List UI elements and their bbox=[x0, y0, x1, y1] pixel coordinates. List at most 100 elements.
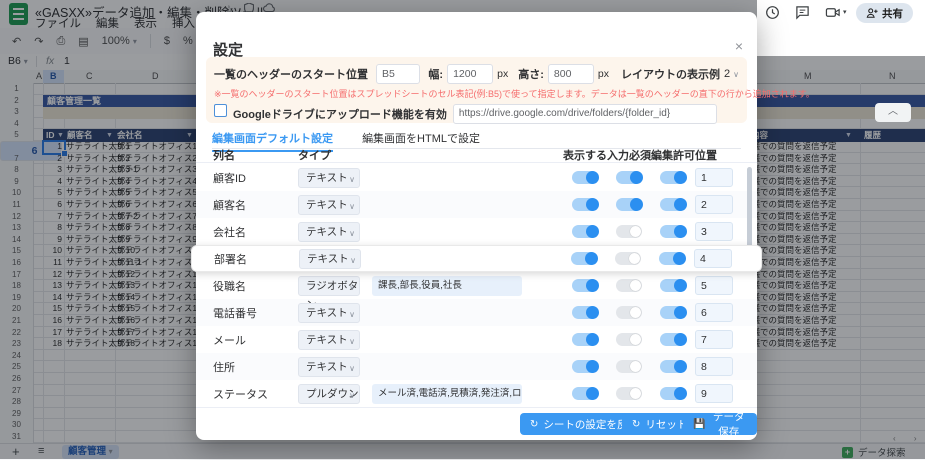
field-position-input[interactable]: 4 bbox=[694, 249, 732, 268]
required-toggle[interactable] bbox=[616, 387, 642, 400]
editable-toggle[interactable] bbox=[660, 198, 686, 211]
toggle-knob bbox=[586, 198, 599, 211]
layout-example-select[interactable]: 2 ∨ bbox=[724, 68, 739, 80]
show-toggle[interactable] bbox=[572, 225, 598, 238]
field-type-select[interactable]: テキスト∨ bbox=[298, 357, 360, 377]
chevron-down-icon: ∨ bbox=[349, 278, 355, 297]
field-type-select[interactable]: テキスト∨ bbox=[298, 195, 360, 215]
field-name-label: 役職名 bbox=[213, 278, 298, 294]
tab-edit-html-settings[interactable]: 編集画面をHTMLで設定 bbox=[362, 130, 480, 150]
chevron-down-icon: ∨ bbox=[349, 332, 355, 351]
field-name-label: 顧客ID bbox=[213, 170, 298, 186]
refresh-icon: ↻ bbox=[632, 419, 640, 430]
col-header-position: 位置 bbox=[695, 147, 743, 163]
start-position-label: 一覧のヘッダーのスタート位置 bbox=[214, 66, 368, 82]
field-name-label: メール bbox=[213, 332, 298, 348]
toggle-knob bbox=[586, 306, 599, 319]
show-toggle[interactable] bbox=[572, 360, 598, 373]
field-position-input[interactable]: 1 bbox=[695, 168, 733, 187]
toggle-knob bbox=[586, 279, 599, 292]
field-type-select[interactable]: テキスト∨ bbox=[298, 303, 360, 323]
field-position-input[interactable]: 7 bbox=[695, 330, 733, 349]
width-input[interactable]: 1200 bbox=[447, 64, 493, 84]
field-name-label: 顧客名 bbox=[213, 197, 298, 213]
editable-toggle[interactable] bbox=[660, 306, 686, 319]
chevron-down-icon: ∨ bbox=[349, 305, 355, 324]
px-label: px bbox=[497, 68, 508, 80]
field-position-input[interactable]: 2 bbox=[695, 195, 733, 214]
field-name-label: ステータス bbox=[213, 386, 298, 402]
chevron-down-icon: ∨ bbox=[733, 70, 739, 79]
field-type-select[interactable]: テキスト∨ bbox=[298, 168, 360, 188]
field-position-input[interactable]: 9 bbox=[695, 384, 733, 403]
field-type-select[interactable]: プルダウン∨ bbox=[298, 384, 360, 404]
version-history-icon[interactable] bbox=[765, 5, 781, 21]
toggle-knob bbox=[630, 198, 643, 211]
show-toggle[interactable] bbox=[572, 198, 598, 211]
editable-toggle[interactable] bbox=[660, 387, 686, 400]
required-toggle[interactable] bbox=[616, 360, 642, 373]
field-type-select[interactable]: テキスト∨ bbox=[299, 249, 361, 269]
chevron-down-icon: ∨ bbox=[349, 386, 355, 405]
required-toggle[interactable] bbox=[616, 333, 642, 346]
toggle-knob bbox=[674, 279, 687, 292]
show-toggle[interactable] bbox=[572, 279, 598, 292]
height-input[interactable]: 800 bbox=[548, 64, 594, 84]
field-type-select[interactable]: テキスト∨ bbox=[298, 222, 360, 242]
dialog-scrollbar[interactable] bbox=[747, 167, 752, 257]
layout-example-label: レイアウトの表示例 bbox=[621, 66, 720, 82]
close-icon[interactable]: × bbox=[735, 38, 743, 54]
drive-upload-label: Googleドライブにアップロード機能を有効 bbox=[233, 106, 447, 122]
dialog-footer: ↻ シートの設定を反映 ↻ リセット 💾 データ保存 bbox=[196, 407, 757, 441]
show-toggle[interactable] bbox=[572, 306, 598, 319]
required-toggle[interactable] bbox=[616, 198, 642, 211]
toggle-knob bbox=[629, 253, 640, 264]
settings-dialog: 設定 × 一覧のヘッダーのスタート位置 B5 幅: 1200 px 高さ: 80… bbox=[196, 12, 757, 440]
comment-icon[interactable] bbox=[795, 5, 811, 21]
required-toggle[interactable] bbox=[616, 279, 642, 292]
start-position-input[interactable]: B5 bbox=[376, 64, 420, 84]
toggle-knob bbox=[586, 225, 599, 238]
toggle-knob bbox=[674, 198, 687, 211]
required-toggle[interactable] bbox=[616, 171, 642, 184]
field-type-select[interactable]: テキスト∨ bbox=[298, 330, 360, 350]
field-options-input[interactable]: メール済,電話済,見積済,発注済,ロスト bbox=[372, 384, 522, 404]
col-header-editable: 編集許可 bbox=[651, 147, 695, 163]
field-position-input[interactable]: 3 bbox=[695, 222, 733, 241]
editable-toggle[interactable] bbox=[660, 225, 686, 238]
show-toggle[interactable] bbox=[571, 252, 597, 265]
show-toggle[interactable] bbox=[572, 171, 598, 184]
toggle-knob bbox=[674, 360, 687, 373]
share-button[interactable]: 共有 bbox=[856, 3, 913, 23]
save-data-button[interactable]: 💾 データ保存 bbox=[683, 413, 757, 435]
editable-toggle[interactable] bbox=[660, 360, 686, 373]
toggle-knob bbox=[674, 333, 687, 346]
required-toggle[interactable] bbox=[615, 252, 641, 265]
show-toggle[interactable] bbox=[572, 387, 598, 400]
required-toggle[interactable] bbox=[616, 225, 642, 238]
field-row: 顧客名テキスト∨ 2 bbox=[196, 191, 757, 218]
meet-camera-icon[interactable] bbox=[825, 5, 841, 21]
px-label: px bbox=[598, 68, 609, 80]
editable-toggle[interactable] bbox=[660, 171, 686, 184]
collapse-toolbar-button[interactable]: ︿ bbox=[875, 103, 911, 122]
toggle-knob bbox=[586, 387, 599, 400]
toggle-knob bbox=[674, 306, 687, 319]
field-position-input[interactable]: 8 bbox=[695, 357, 733, 376]
field-type-select[interactable]: ラジオボタン∨ bbox=[298, 276, 360, 296]
editable-toggle[interactable] bbox=[660, 333, 686, 346]
chevron-down-icon: ∨ bbox=[349, 224, 355, 243]
field-name-label: 部署名 bbox=[214, 251, 299, 267]
toggle-knob bbox=[630, 361, 641, 372]
editable-toggle[interactable] bbox=[659, 252, 685, 265]
field-position-input[interactable]: 6 bbox=[695, 303, 733, 322]
drive-folder-url-input[interactable]: https://drive.google.com/drive/folders/{… bbox=[453, 104, 717, 124]
field-options-input[interactable]: 課長,部長,役員,社長 bbox=[372, 276, 522, 296]
field-position-input[interactable]: 5 bbox=[695, 276, 733, 295]
required-toggle[interactable] bbox=[616, 306, 642, 319]
editable-toggle[interactable] bbox=[660, 279, 686, 292]
show-toggle[interactable] bbox=[572, 333, 598, 346]
drive-upload-checkbox[interactable] bbox=[214, 104, 227, 117]
toggle-knob bbox=[586, 333, 599, 346]
chevron-down-icon: ∨ bbox=[350, 251, 356, 270]
